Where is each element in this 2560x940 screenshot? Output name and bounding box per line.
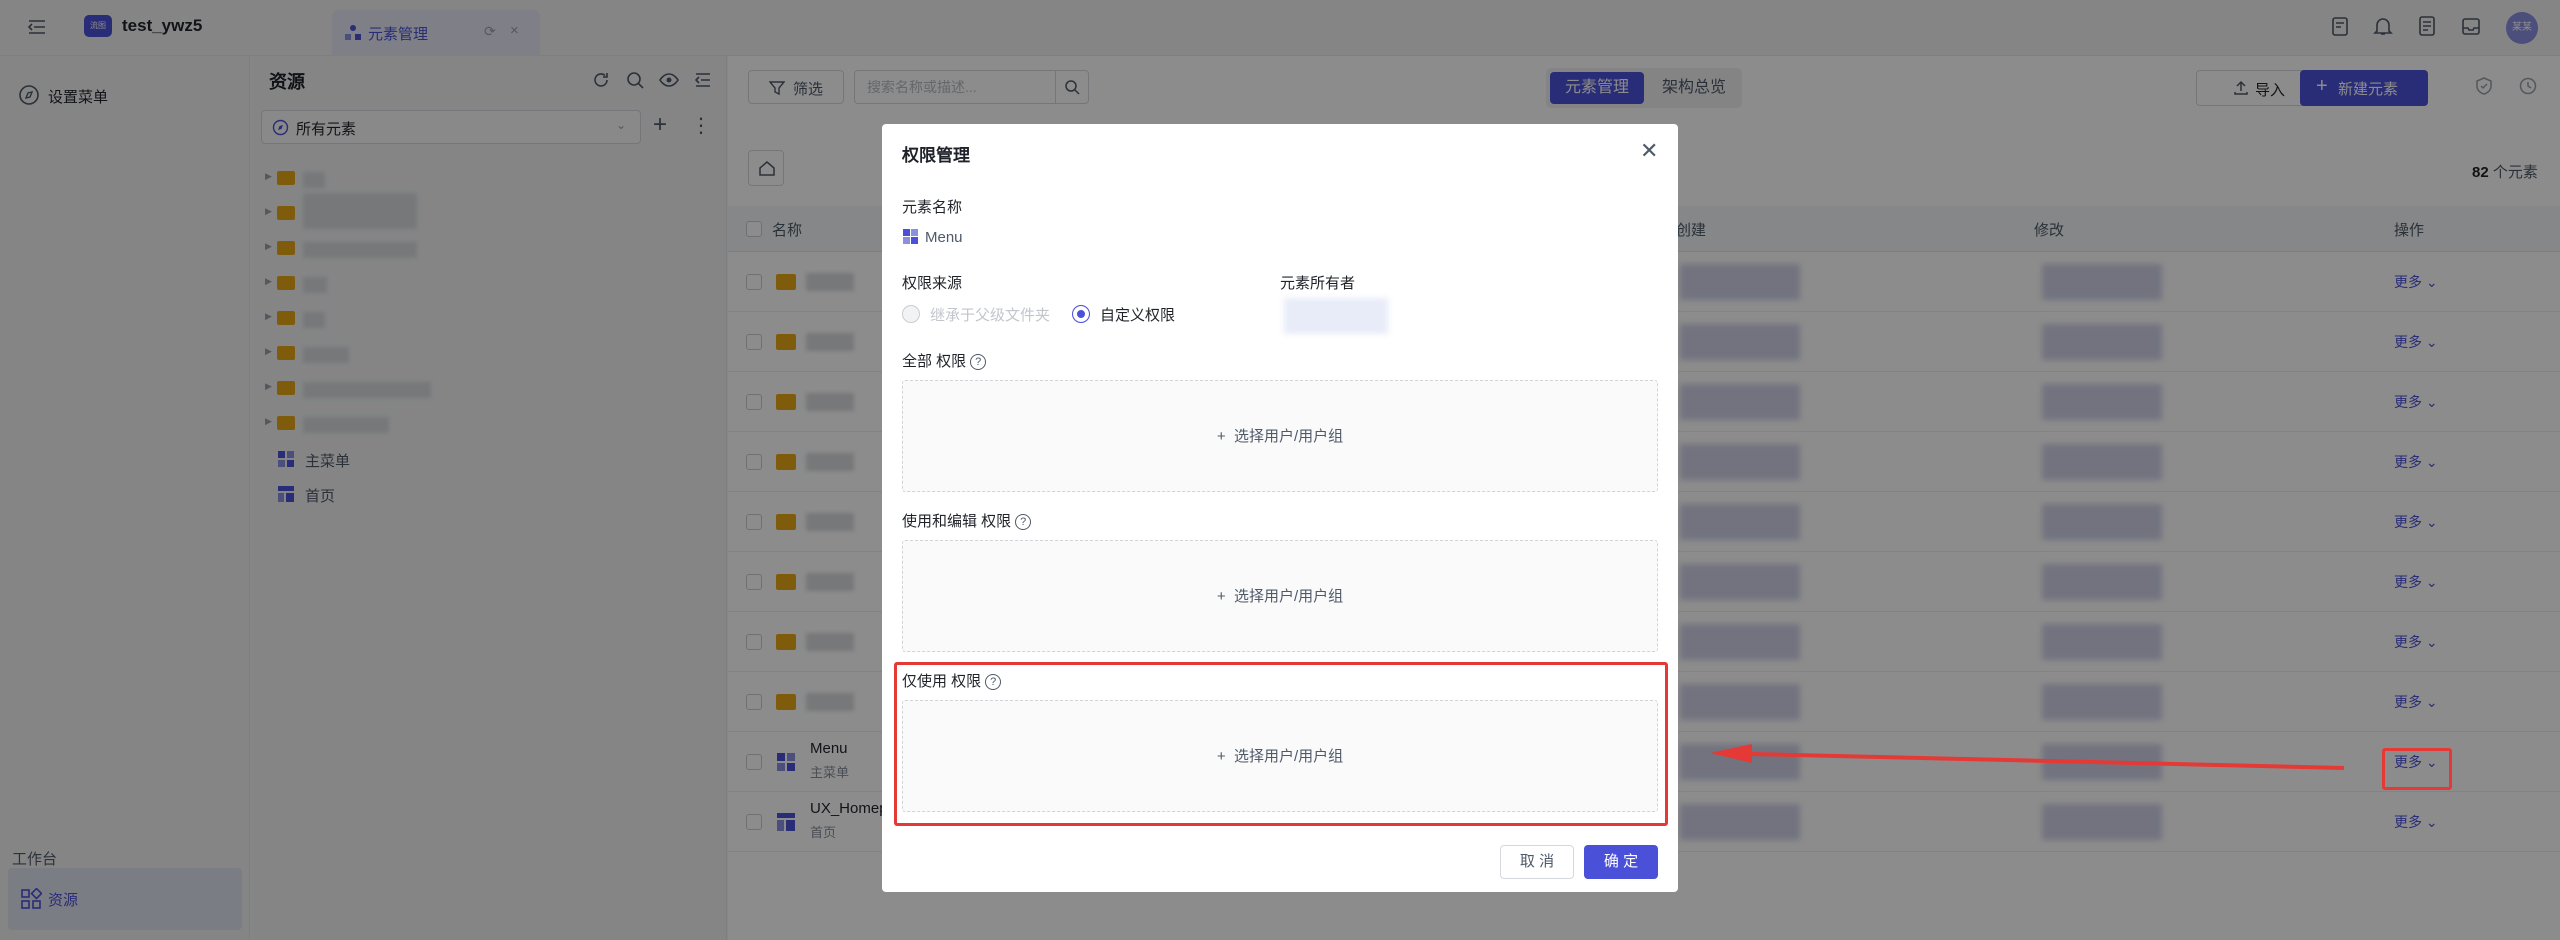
select-users-label: + 选择用户/用户组 (1216, 428, 1344, 445)
element-name-label: 元素名称 (902, 199, 963, 216)
highlight-box-more (2382, 748, 2452, 790)
owner-value-blurred (1284, 298, 1388, 334)
section-label: 使用和编辑 权限 (902, 513, 1012, 530)
select-users-edit[interactable]: + 选择用户/用户组 (902, 540, 1658, 652)
section-all-permissions: 全部 权限? (902, 350, 987, 371)
select-users-text: 选择用户/用户组 (1233, 588, 1344, 605)
section-label: 全部 权限 (902, 353, 967, 370)
permission-source-label: 权限来源 (902, 275, 963, 292)
dialog-title: 权限管理 (902, 146, 970, 165)
radio-label: 继承于父级文件夹 (930, 307, 1051, 324)
radio-inherit[interactable]: 继承于父级文件夹 (902, 304, 1050, 325)
confirm-button[interactable]: 确 定 (1584, 845, 1658, 879)
element-name-value: Menu (902, 228, 963, 246)
owner-label: 元素所有者 (1280, 275, 1356, 292)
highlight-box-use-permission (894, 662, 1668, 826)
radio-circle (902, 305, 920, 323)
select-users-all[interactable]: + 选择用户/用户组 (902, 380, 1658, 492)
help-icon[interactable]: ? (1015, 514, 1032, 530)
radio-custom[interactable]: 自定义权限 (1072, 304, 1175, 325)
radio-circle (1072, 305, 1090, 323)
select-users-text: 选择用户/用户组 (1233, 428, 1344, 445)
radio-label: 自定义权限 (1100, 307, 1176, 324)
cancel-button[interactable]: 取 消 (1500, 845, 1574, 879)
select-users-label: + 选择用户/用户组 (1216, 588, 1344, 605)
menu-grid-icon (903, 229, 918, 244)
section-edit-permissions: 使用和编辑 权限? (902, 510, 1032, 531)
help-icon[interactable]: ? (970, 354, 987, 370)
close-icon[interactable]: ✕ (1640, 138, 1658, 164)
element-name-text: Menu (925, 229, 963, 246)
